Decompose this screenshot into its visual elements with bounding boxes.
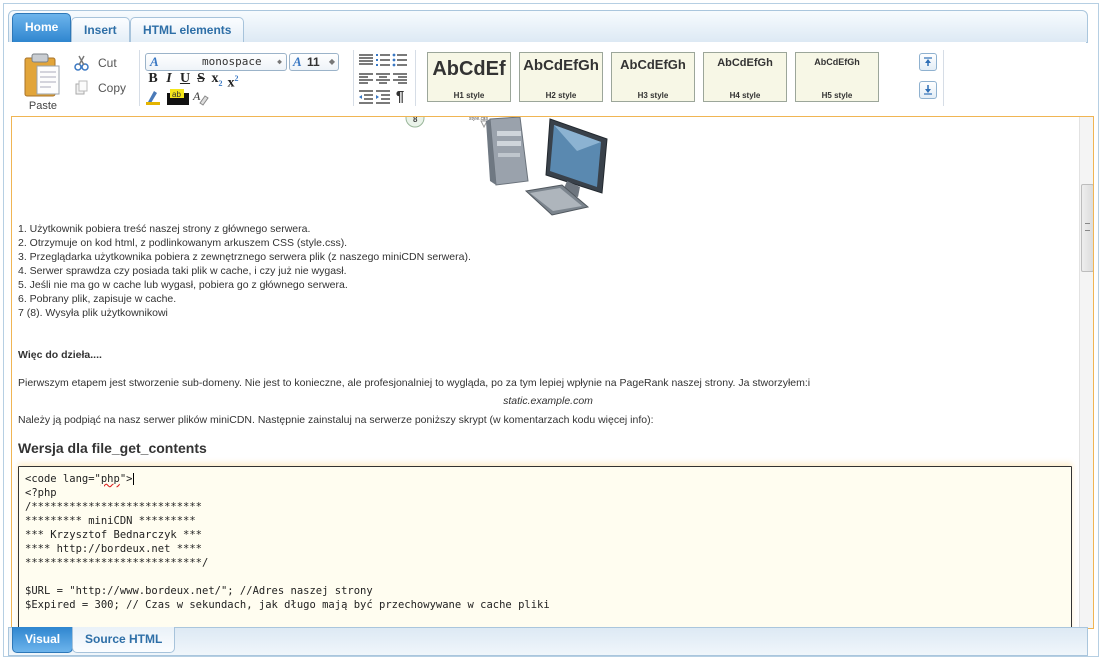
style-sample: AbCdEfGh	[523, 57, 599, 74]
insert-paragraph-after-button[interactable]	[919, 81, 937, 99]
subheading: Wersja dla file_get_contents	[18, 440, 207, 456]
ribbon-tab-bar: Home Insert HTML elements	[8, 10, 1088, 43]
scissors-icon	[74, 55, 89, 71]
tab-html-elements[interactable]: HTML elements	[130, 17, 245, 42]
style-caption: H4 style	[729, 91, 761, 100]
diagram-caption: style.css	[469, 116, 489, 122]
copy-button[interactable]: Copy	[72, 77, 126, 99]
divider	[943, 50, 944, 106]
bold-icon[interactable]: B	[145, 71, 161, 87]
style-caption: H3 style	[637, 91, 669, 100]
arrow-up-icon	[924, 57, 932, 66]
tab-home[interactable]: Home	[12, 13, 72, 42]
code-line: *** Krzysztof Bednarczyk ***	[25, 529, 203, 541]
list-item: 4. Serwer sprawdza czy posiada taki plik…	[18, 265, 347, 277]
cut-button[interactable]: Cut	[72, 52, 117, 74]
code-line: ********* miniCDN *********	[25, 515, 196, 527]
font-family-select[interactable]: A monospace ◆	[145, 53, 287, 71]
divider	[353, 50, 354, 106]
align-left-icon[interactable]	[358, 71, 374, 87]
code-block[interactable]: <code lang="php"> <?php /***************…	[18, 466, 1072, 628]
style-sample: AbCdEf	[432, 58, 506, 80]
style-sample: AbCdEfGh	[717, 57, 773, 69]
dropdown-arrow-icon: ◆	[277, 57, 282, 66]
underline-icon[interactable]: U	[177, 71, 193, 87]
domain-text: static.example.com	[503, 395, 593, 407]
insert-paragraph-before-button[interactable]	[919, 53, 937, 71]
outdent-icon[interactable]	[358, 89, 374, 105]
code-line: /***************************	[25, 501, 203, 513]
style-caption: H2 style	[545, 91, 577, 100]
list-item: 6. Pobrany plik, zapisuje w cache.	[18, 293, 177, 305]
ribbon-toolbar: Paste Cut Copy A monospace ◆ A 11 ◆ B I …	[8, 42, 1086, 114]
font-size-select[interactable]: A 11 ◆	[289, 53, 339, 71]
code-line: $Expired = 300; // Czas w sekundach, jak…	[25, 599, 550, 611]
list-item: 7 (8). Wysyła plik użytkownikowi	[18, 307, 168, 319]
tab-visual[interactable]: Visual	[12, 627, 74, 653]
view-tab-bar: Visual Source HTML	[8, 627, 1088, 656]
divider	[415, 50, 416, 106]
style-caption: H5 style	[821, 91, 853, 100]
list-item: 5. Jeśli nie ma go w cache lub wygasł, p…	[18, 279, 348, 291]
strikethrough-icon[interactable]: S	[193, 71, 209, 87]
editor-content-area[interactable]: style.css 8 1. Użytkownik pobiera treść …	[11, 116, 1094, 629]
font-size-icon: A	[293, 54, 302, 69]
highlight-color-icon[interactable]: ab	[166, 88, 189, 106]
dropdown-arrow-icon: ◆	[328, 57, 335, 66]
copy-label: Copy	[98, 81, 127, 95]
style-h1[interactable]: AbCdEf H1 style	[427, 52, 511, 102]
computer-illustration	[405, 117, 608, 216]
paste-button[interactable]: Paste	[20, 50, 66, 112]
tab-insert[interactable]: Insert	[71, 17, 130, 42]
paste-label: Paste	[28, 100, 58, 112]
style-h3[interactable]: AbCdEfGh H3 style	[611, 52, 695, 102]
superscript-icon[interactable]: x2	[225, 71, 241, 91]
style-caption: H1 style	[453, 91, 485, 100]
vertical-scrollbar[interactable]	[1079, 117, 1093, 628]
align-justify-icon[interactable]	[358, 52, 374, 68]
subscript-icon[interactable]: x2	[209, 71, 225, 88]
tab-source-html[interactable]: Source HTML	[72, 627, 176, 653]
paragraph: Należy ją podpiąć na nasz serwer plików …	[18, 414, 654, 426]
style-h5[interactable]: AbCdEfGh H5 style	[795, 52, 879, 102]
font-size-value: 11	[307, 55, 320, 69]
code-line: <code lang="php">	[25, 473, 135, 485]
divider	[139, 50, 140, 106]
diagram-badge: 8	[413, 116, 418, 124]
cut-label: Cut	[98, 56, 117, 70]
list-item: 3. Przeglądarka użytkownika pobiera z ze…	[18, 251, 471, 263]
font-family-value: monospace	[202, 55, 262, 68]
indent-icon[interactable]	[375, 89, 391, 105]
style-sample: AbCdEfGh	[814, 57, 860, 67]
align-center-icon[interactable]	[375, 71, 391, 87]
style-h2[interactable]: AbCdEfGh H2 style	[519, 52, 603, 102]
svg-text:A: A	[192, 89, 201, 103]
svg-text:ab: ab	[172, 90, 181, 99]
list-item: 2. Otrzymuje on kod html, z podlinkowany…	[18, 237, 348, 249]
code-line: <?php	[25, 487, 57, 499]
text-color-icon[interactable]	[145, 88, 163, 106]
font-icon: A	[150, 54, 159, 69]
paragraph: Pierwszym etapem jest stworzenie sub-dom…	[18, 377, 811, 389]
code-line: **** http://bordeux.net ****	[25, 543, 203, 555]
bullet-list-icon[interactable]	[392, 52, 408, 68]
italic-icon[interactable]: I	[161, 71, 177, 87]
style-h4[interactable]: AbCdEfGh H4 style	[703, 52, 787, 102]
scrollbar-thumb[interactable]	[1081, 184, 1093, 272]
align-right-icon[interactable]	[392, 71, 408, 87]
list-item: 1. Użytkownik pobiera treść naszej stron…	[18, 223, 311, 235]
copy-icon	[75, 80, 88, 95]
grip-icon	[1085, 223, 1090, 231]
section-heading: Więc do dzieła....	[18, 349, 102, 361]
arrow-down-icon	[924, 85, 932, 95]
clear-format-icon[interactable]: A	[192, 88, 210, 106]
paragraph-marks-icon[interactable]: ¶	[392, 89, 408, 105]
style-sample: AbCdEfGh	[620, 57, 686, 72]
numbered-list-icon[interactable]	[375, 52, 391, 68]
clipboard-icon	[24, 53, 60, 97]
code-line: $URL = "http://www.bordeux.net/"; //Adre…	[25, 585, 373, 597]
code-line: ****************************/	[25, 557, 209, 569]
